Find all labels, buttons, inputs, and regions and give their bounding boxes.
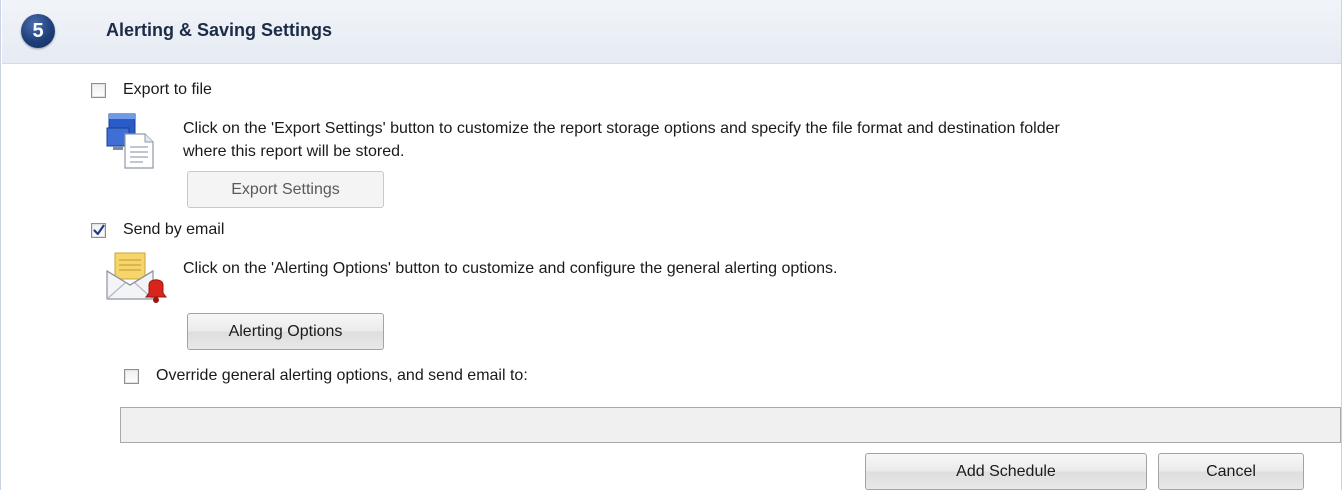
export-settings-button[interactable]: Export Settings xyxy=(187,171,384,208)
export-document-icon xyxy=(105,112,159,172)
cancel-button[interactable]: Cancel xyxy=(1158,453,1304,490)
alerting-saving-panel: 5 Alerting & Saving Settings Export to f… xyxy=(0,0,1342,490)
override-email-field[interactable] xyxy=(120,407,1341,443)
export-description-line1: Click on the 'Export Settings' button to… xyxy=(183,120,1060,137)
override-alerting-label: Override general alerting options, and s… xyxy=(156,367,528,384)
send-by-email-label: Send by email xyxy=(123,221,225,238)
export-description-line2: where this report will be stored. xyxy=(183,143,405,160)
send-by-email-checkbox[interactable] xyxy=(91,223,106,238)
section-header: 5 Alerting & Saving Settings xyxy=(2,0,1341,64)
export-to-file-checkbox[interactable] xyxy=(91,83,106,98)
step-number-badge: 5 xyxy=(21,14,55,48)
email-alert-icon xyxy=(105,251,167,305)
checkmark-icon xyxy=(93,224,105,236)
section-title: Alerting & Saving Settings xyxy=(106,20,333,40)
override-alerting-checkbox[interactable] xyxy=(124,369,139,384)
email-description: Click on the 'Alerting Options' button t… xyxy=(183,260,838,277)
add-schedule-button[interactable]: Add Schedule xyxy=(865,453,1147,490)
alerting-options-button[interactable]: Alerting Options xyxy=(187,313,384,350)
export-to-file-label: Export to file xyxy=(123,81,212,98)
